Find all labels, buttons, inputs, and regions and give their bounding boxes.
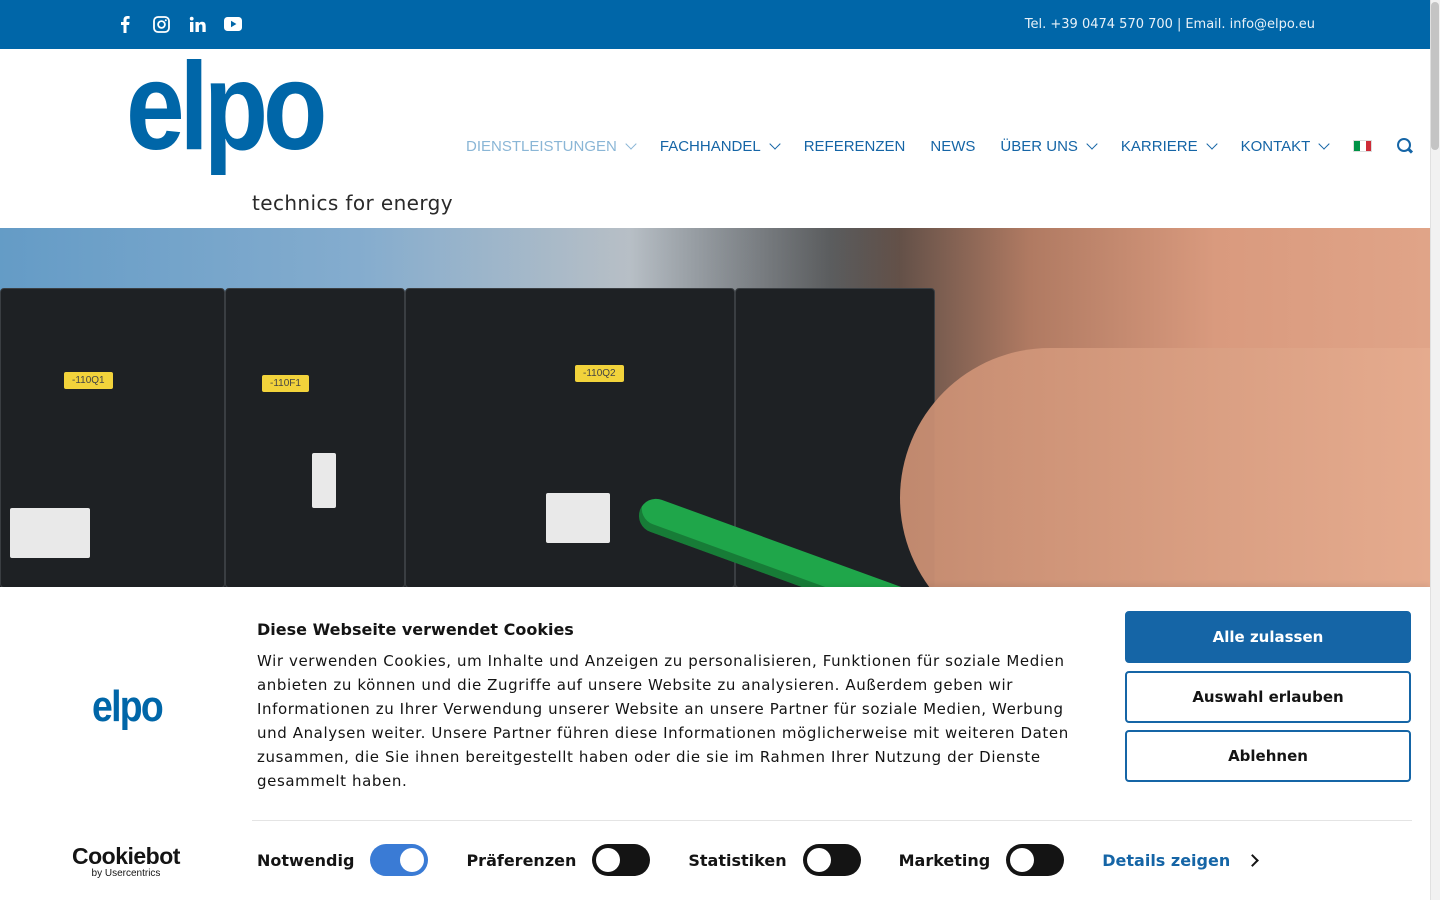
nav-label: FACHHANDEL [659,137,761,155]
phone-link[interactable]: Tel. +39 0474 570 700 [1025,17,1173,32]
toggle-label: Präferenzen [466,850,577,870]
chevron-down-icon [1205,137,1218,150]
cookie-banner-logo: elpo [92,682,164,731]
switch-knob [806,848,831,872]
cookie-description: Wir verwenden Cookies, um Inhalte und An… [257,652,1069,790]
nav-item-news[interactable]: NEWS [930,138,975,155]
nav-label: NEWS [930,137,976,155]
nav-label: DIENSTLEISTUNGEN [466,137,617,155]
search-icon[interactable] [1396,137,1414,155]
nav-item-referenzen[interactable]: REFERENZEN [804,138,906,155]
instagram-icon[interactable] [152,14,170,34]
cookiebot-logo[interactable]: Cookiebot by Usercentrics [72,843,180,880]
switch-knob [1010,848,1035,872]
contact-separator: | [1176,17,1182,32]
statistics-switch[interactable] [802,844,861,876]
nav-label: KARRIERE [1120,137,1198,155]
breaker-label: -110Q2 [575,365,624,382]
toggle-label: Notwendig [257,850,355,870]
toggle-label: Marketing [898,850,991,870]
deny-button[interactable]: Ablehnen [1125,730,1411,782]
site-header: elpo technics for energy DIENSTLEISTUNGE… [0,45,1430,228]
nav-item-dienstleistungen[interactable]: DIENSTLEISTUNGEN [466,137,637,155]
toggle-preferences: Präferenzen [466,844,651,876]
preferences-switch[interactable] [592,844,651,876]
breaker-window [10,508,90,558]
marketing-switch[interactable] [1006,844,1065,876]
scrollbar-thumb[interactable] [1431,2,1439,150]
nav-item-ueber-uns[interactable]: ÜBER UNS [1000,137,1098,155]
scrollbar[interactable] [1430,0,1440,900]
email-link[interactable]: Email. info@elpo.eu [1185,17,1315,32]
hand [900,348,1430,587]
details-label: Details zeigen [1102,850,1231,870]
toggle-marketing: Marketing [899,844,1065,876]
contact-info: Tel. +39 0474 570 700 | Email. info@elpo.e… [1025,17,1315,32]
toggle-label: Statistiken [688,850,787,870]
details-link[interactable]: Details zeigen [1102,850,1260,870]
allow-selection-button[interactable]: Auswahl erlauben [1125,671,1411,723]
breaker-module [225,288,405,587]
linkedin-icon[interactable] [188,14,206,34]
chevron-down-icon [1318,137,1331,150]
chevron-down-icon [625,137,637,150]
toggle-necessary: Notwendig [257,844,429,876]
cookie-divider [252,820,1412,821]
facebook-icon[interactable] [116,14,134,34]
chevron-down-icon [1086,137,1098,150]
elpo-logo[interactable]: elpo technics for energy [126,45,456,219]
chevron-right-icon [1246,853,1260,867]
breaker-label: -110F1 [262,375,309,392]
nav-item-fachhandel[interactable]: FACHHANDEL [659,137,781,155]
allow-all-button[interactable]: Alle zulassen [1125,611,1411,663]
switch-knob [596,848,621,872]
chevron-down-icon [769,137,781,150]
social-links [116,14,242,34]
cookiebot-wordmark: Cookiebot [72,843,180,869]
main-nav: DIENSTLEISTUNGEN FACHHANDEL REFERENZEN N… [466,137,1414,155]
breaker-switch [312,453,336,508]
nav-item-kontakt[interactable]: KONTAKT [1240,137,1331,155]
switch-knob [400,848,425,872]
consent-toggles: Notwendig Präferenzen Statistiken Market… [257,844,1260,876]
hero-image: -110Q1 -110F1 -110Q2 [0,228,1430,587]
necessary-switch[interactable] [370,844,429,876]
toggle-statistics: Statistiken [688,844,861,876]
nav-label: KONTAKT [1240,137,1311,155]
youtube-icon[interactable] [224,14,242,34]
cookie-banner: elpo Cookiebot by Usercentrics Diese Web… [0,587,1430,900]
cookie-title: Diese Webseite verwendet Cookies [257,620,574,639]
logo-tagline: technics for energy [252,191,453,215]
logo-wordmark: elpo [126,38,327,176]
cookiebot-subtitle: by Usercentrics [91,868,161,879]
nav-label: ÜBER UNS [1000,137,1078,155]
nav-label: REFERENZEN [803,137,906,155]
breaker-window [546,493,610,543]
italian-flag-icon[interactable] [1353,140,1373,152]
breaker-label: -110Q1 [64,372,113,389]
nav-item-karriere[interactable]: KARRIERE [1120,137,1218,155]
